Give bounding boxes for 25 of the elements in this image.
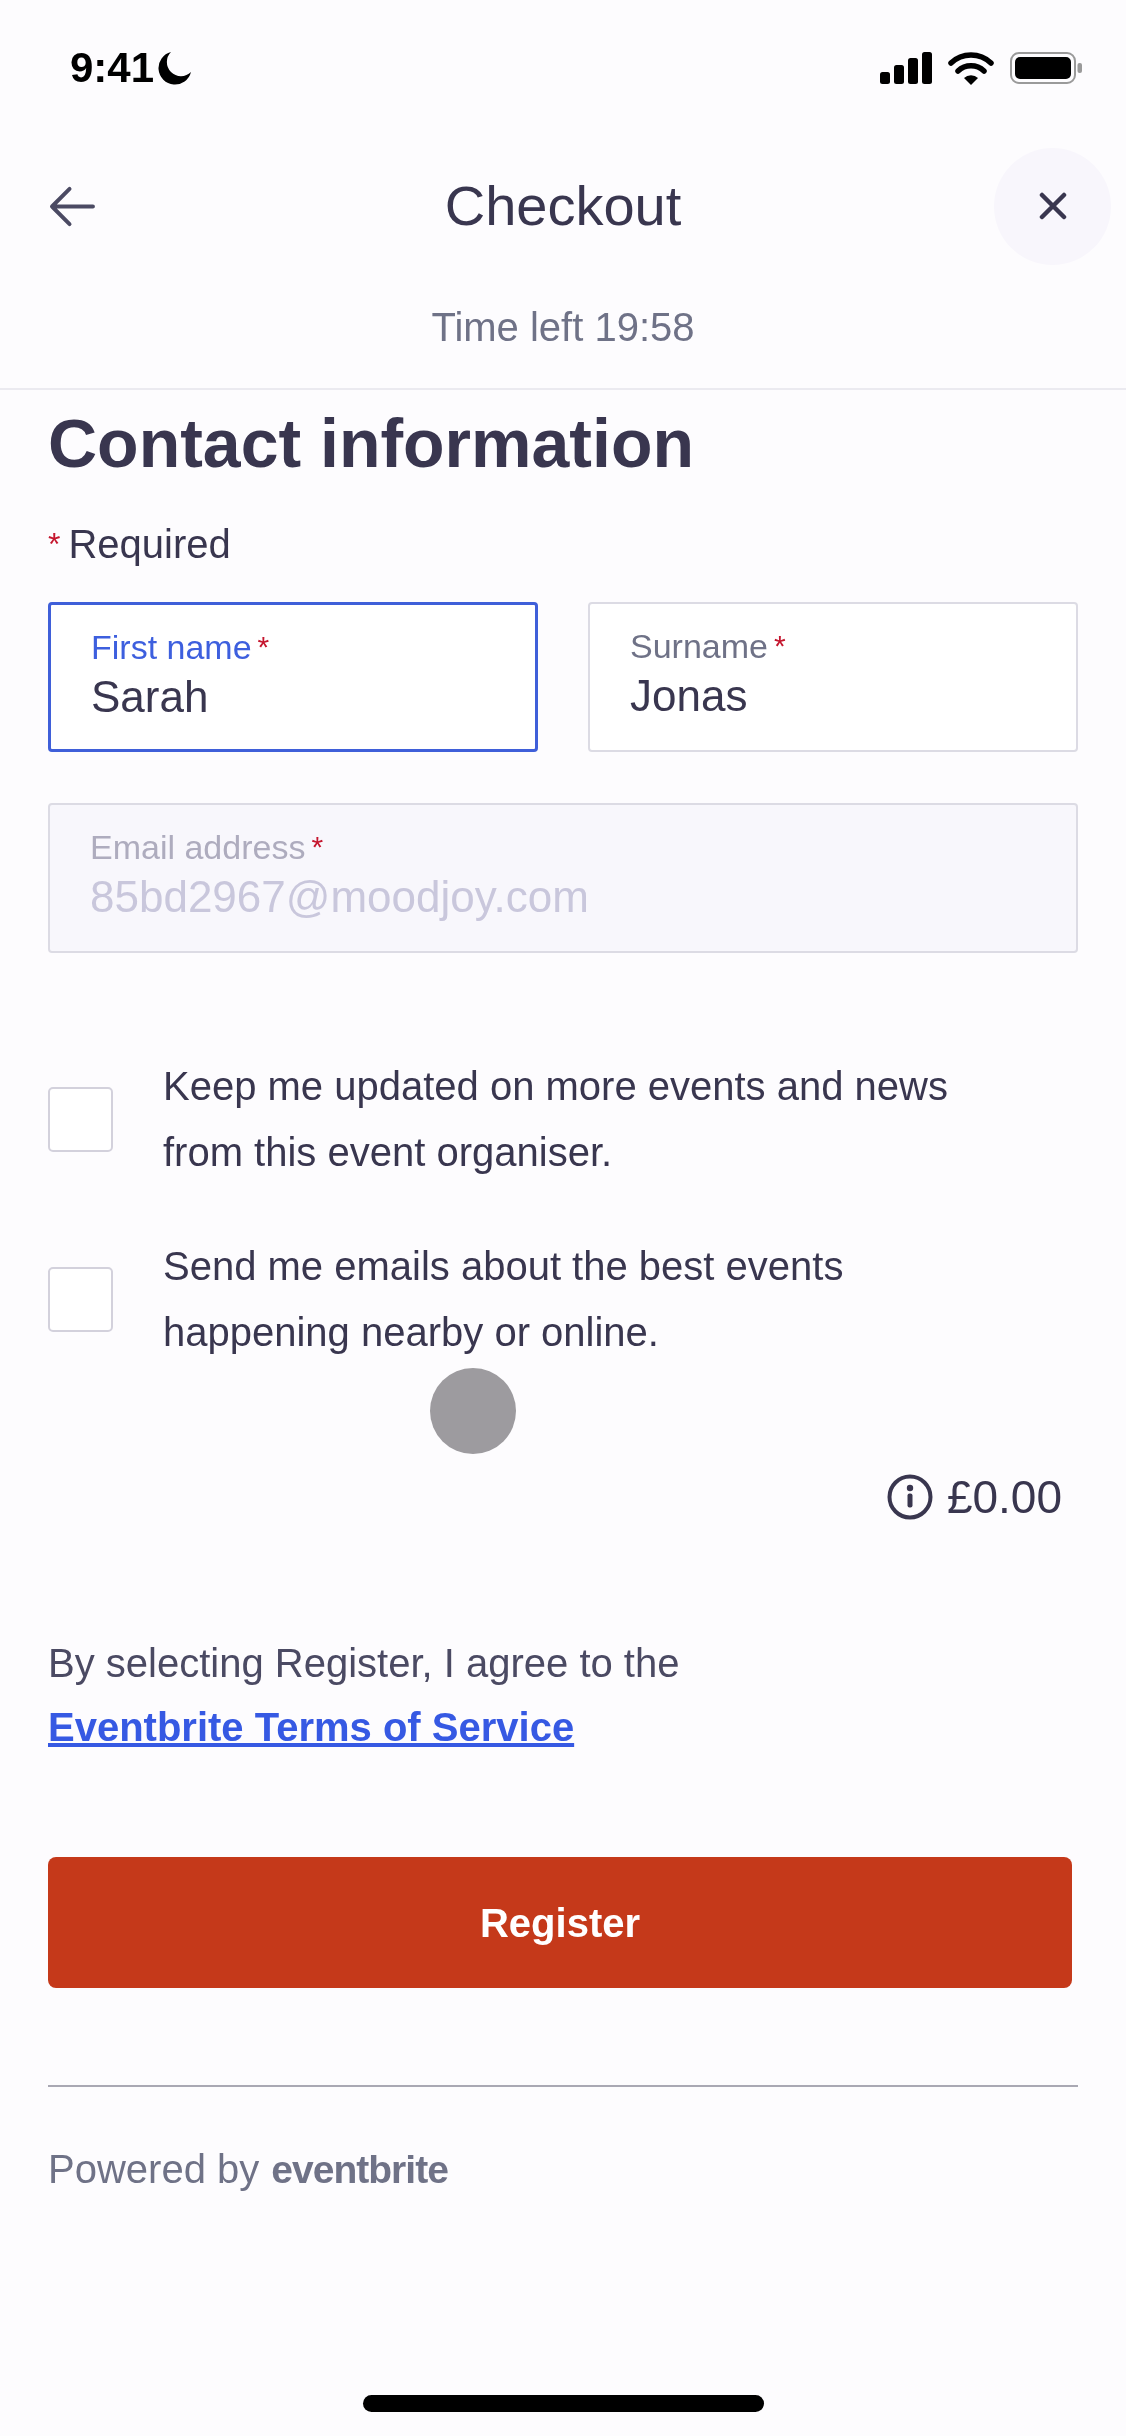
checkbox-label: Keep me updated on more events and news from this event organiser. bbox=[163, 1063, 949, 1176]
back-arrow-icon bbox=[49, 185, 95, 227]
required-note: * Required bbox=[48, 521, 231, 568]
input-field[interactable]: First name * Sarah bbox=[48, 602, 538, 752]
total-price: £0.00 bbox=[946, 1470, 1062, 1525]
terms-text: By selecting Register, I agree to the Eventbrite Terms of Service bbox=[48, 1640, 681, 1751]
close-icon bbox=[1038, 192, 1067, 220]
signal-icon bbox=[880, 52, 932, 84]
checkbox[interactable] bbox=[48, 1086, 113, 1152]
register-button[interactable]: Register bbox=[48, 1857, 1072, 1988]
input-field[interactable]: Surname * Jonas bbox=[588, 602, 1078, 752]
info-icon[interactable] bbox=[886, 1474, 933, 1520]
time-left-text: Time left 19:58 bbox=[431, 304, 695, 351]
section-heading: Contact information bbox=[48, 404, 694, 483]
status-time: 9:41 bbox=[70, 43, 155, 93]
powered-by-text: Powered by bbox=[48, 2146, 260, 2193]
brand-wordmark: eventbrite bbox=[271, 2147, 448, 2193]
terms-link[interactable]: Eventbrite Terms of Service bbox=[48, 1705, 575, 1749]
battery-icon bbox=[1010, 52, 1082, 84]
checkbox[interactable] bbox=[48, 1266, 113, 1332]
page-title: Checkout bbox=[444, 173, 682, 239]
wifi-icon bbox=[948, 51, 994, 85]
checkbox-label: Send me emails about the best events happening nearby or online. bbox=[163, 1243, 845, 1356]
moon-icon bbox=[158, 51, 193, 85]
back-button[interactable] bbox=[49, 185, 95, 227]
